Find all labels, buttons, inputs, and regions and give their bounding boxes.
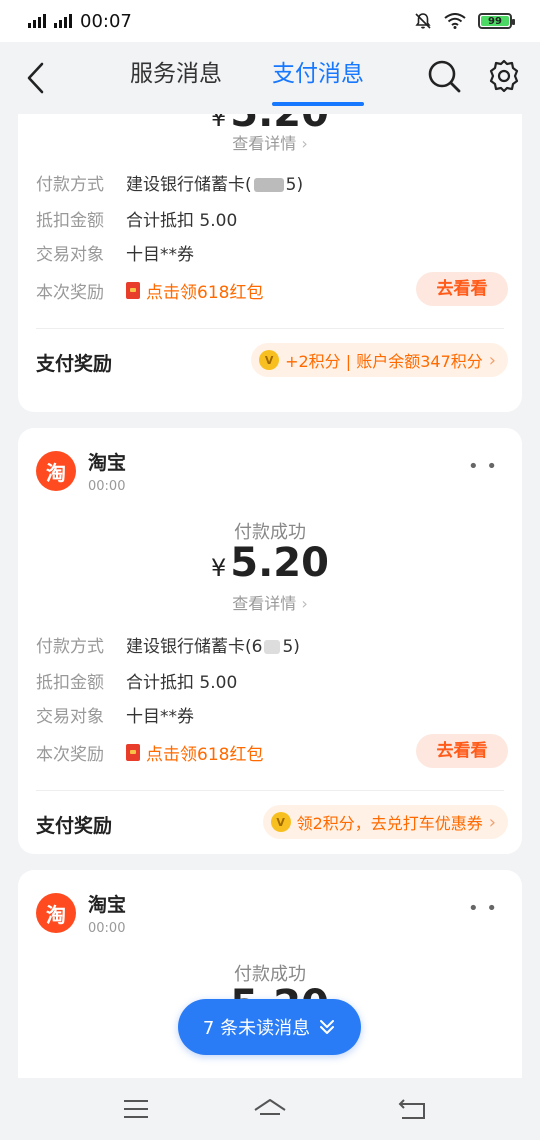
merchant-row: 交易对象 十目**券 [36, 707, 194, 727]
double-chevron-down-icon [320, 1020, 335, 1034]
payment-card: ¥5.20 查看详情 › 付款方式 建设银行储蓄卡(5) 抵扣金额 合计抵扣 5… [18, 114, 522, 412]
message-time: 00:00 [88, 479, 126, 494]
view-detail-link[interactable]: 查看详情 › [18, 590, 522, 614]
more-options-icon[interactable]: • • [468, 456, 498, 477]
wifi-icon [444, 13, 466, 29]
menu-icon [124, 1100, 148, 1118]
mute-bell-icon [415, 13, 431, 29]
more-options-icon[interactable]: • • [468, 898, 498, 919]
settings-button[interactable] [486, 58, 522, 94]
redpack-link[interactable]: 点击领618红包 [126, 740, 263, 765]
search-button[interactable] [426, 58, 462, 94]
reward-row: 本次奖励 点击领618红包 [36, 278, 263, 303]
system-nav-bar [0, 1078, 540, 1140]
view-detail-link[interactable]: 查看详情 › [18, 130, 522, 154]
status-time: 00:07 [80, 10, 132, 32]
divider [36, 790, 504, 791]
status-bar: 00:07 99 [0, 0, 540, 42]
redpack-link[interactable]: 点击领618红包 [126, 278, 263, 303]
taobao-logo-icon: 淘 [36, 451, 76, 491]
pay-amount: ¥5.20 [211, 540, 329, 586]
chevron-right-icon: › [488, 811, 496, 833]
search-icon [428, 60, 461, 93]
merchant-header[interactable]: 淘 淘宝 00:00 [36, 448, 126, 494]
signal-icon [28, 14, 46, 28]
gear-icon [489, 59, 519, 93]
reward-row: 本次奖励 点击领618红包 [36, 740, 263, 765]
go-see-button[interactable]: 去看看 [416, 272, 508, 306]
merchant-name: 淘宝 [88, 452, 127, 474]
back-button[interactable] [22, 60, 52, 96]
deduction-row: 抵扣金额 合计抵扣 5.00 [36, 673, 238, 693]
red-envelope-icon [126, 744, 140, 761]
divider [36, 328, 504, 329]
merchant-header[interactable]: 淘 淘宝 00:00 [36, 890, 126, 936]
menu-button[interactable] [118, 1094, 154, 1124]
tab-payment-messages[interactable]: 支付消息 [272, 42, 364, 114]
chevron-right-icon: › [488, 349, 496, 371]
back-nav-button[interactable] [394, 1094, 430, 1124]
message-time: 00:00 [88, 921, 126, 936]
payment-bonus-label: 支付奖励 [36, 353, 113, 375]
tab-bar: 服务消息 支付消息 [130, 42, 420, 114]
merchant-row: 交易对象 十目**券 [36, 245, 194, 265]
coin-icon: V [259, 350, 280, 370]
header: 服务消息 支付消息 [0, 42, 540, 114]
unread-messages-button[interactable]: 7 条未读消息 [178, 999, 361, 1055]
return-icon [398, 1099, 425, 1119]
payment-bonus-label: 支付奖励 [36, 815, 113, 837]
merchant-name: 淘宝 [88, 894, 127, 916]
chevron-left-icon [27, 62, 44, 94]
points-pill[interactable]: V +2积分 | 账户余额347积分 › [251, 343, 508, 377]
message-list[interactable]: ¥5.20 查看详情 › 付款方式 建设银行储蓄卡(5) 抵扣金额 合计抵扣 5… [0, 114, 540, 1078]
home-button[interactable] [252, 1094, 288, 1124]
taobao-logo-icon: 淘 [36, 893, 76, 933]
points-pill[interactable]: V 领2积分，去兑打车优惠券 › [262, 805, 508, 839]
battery-icon: 99 [478, 13, 515, 29]
payment-method-row: 付款方式 建设银行储蓄卡(5) [36, 175, 304, 195]
payment-card: 淘 淘宝 00:00 • • 付款成功 ¥5.20 查看详情 › 付款方式 建设… [18, 428, 522, 854]
tab-service-messages[interactable]: 服务消息 [130, 42, 222, 114]
coin-icon: V [270, 812, 291, 832]
go-see-button[interactable]: 去看看 [416, 734, 508, 768]
signal-icon-2 [54, 14, 72, 28]
red-envelope-icon [126, 282, 140, 299]
home-icon [254, 1099, 286, 1115]
payment-method-row: 付款方式 建设银行储蓄卡(6 5) [36, 637, 300, 657]
deduction-row: 抵扣金额 合计抵扣 5.00 [36, 211, 238, 231]
